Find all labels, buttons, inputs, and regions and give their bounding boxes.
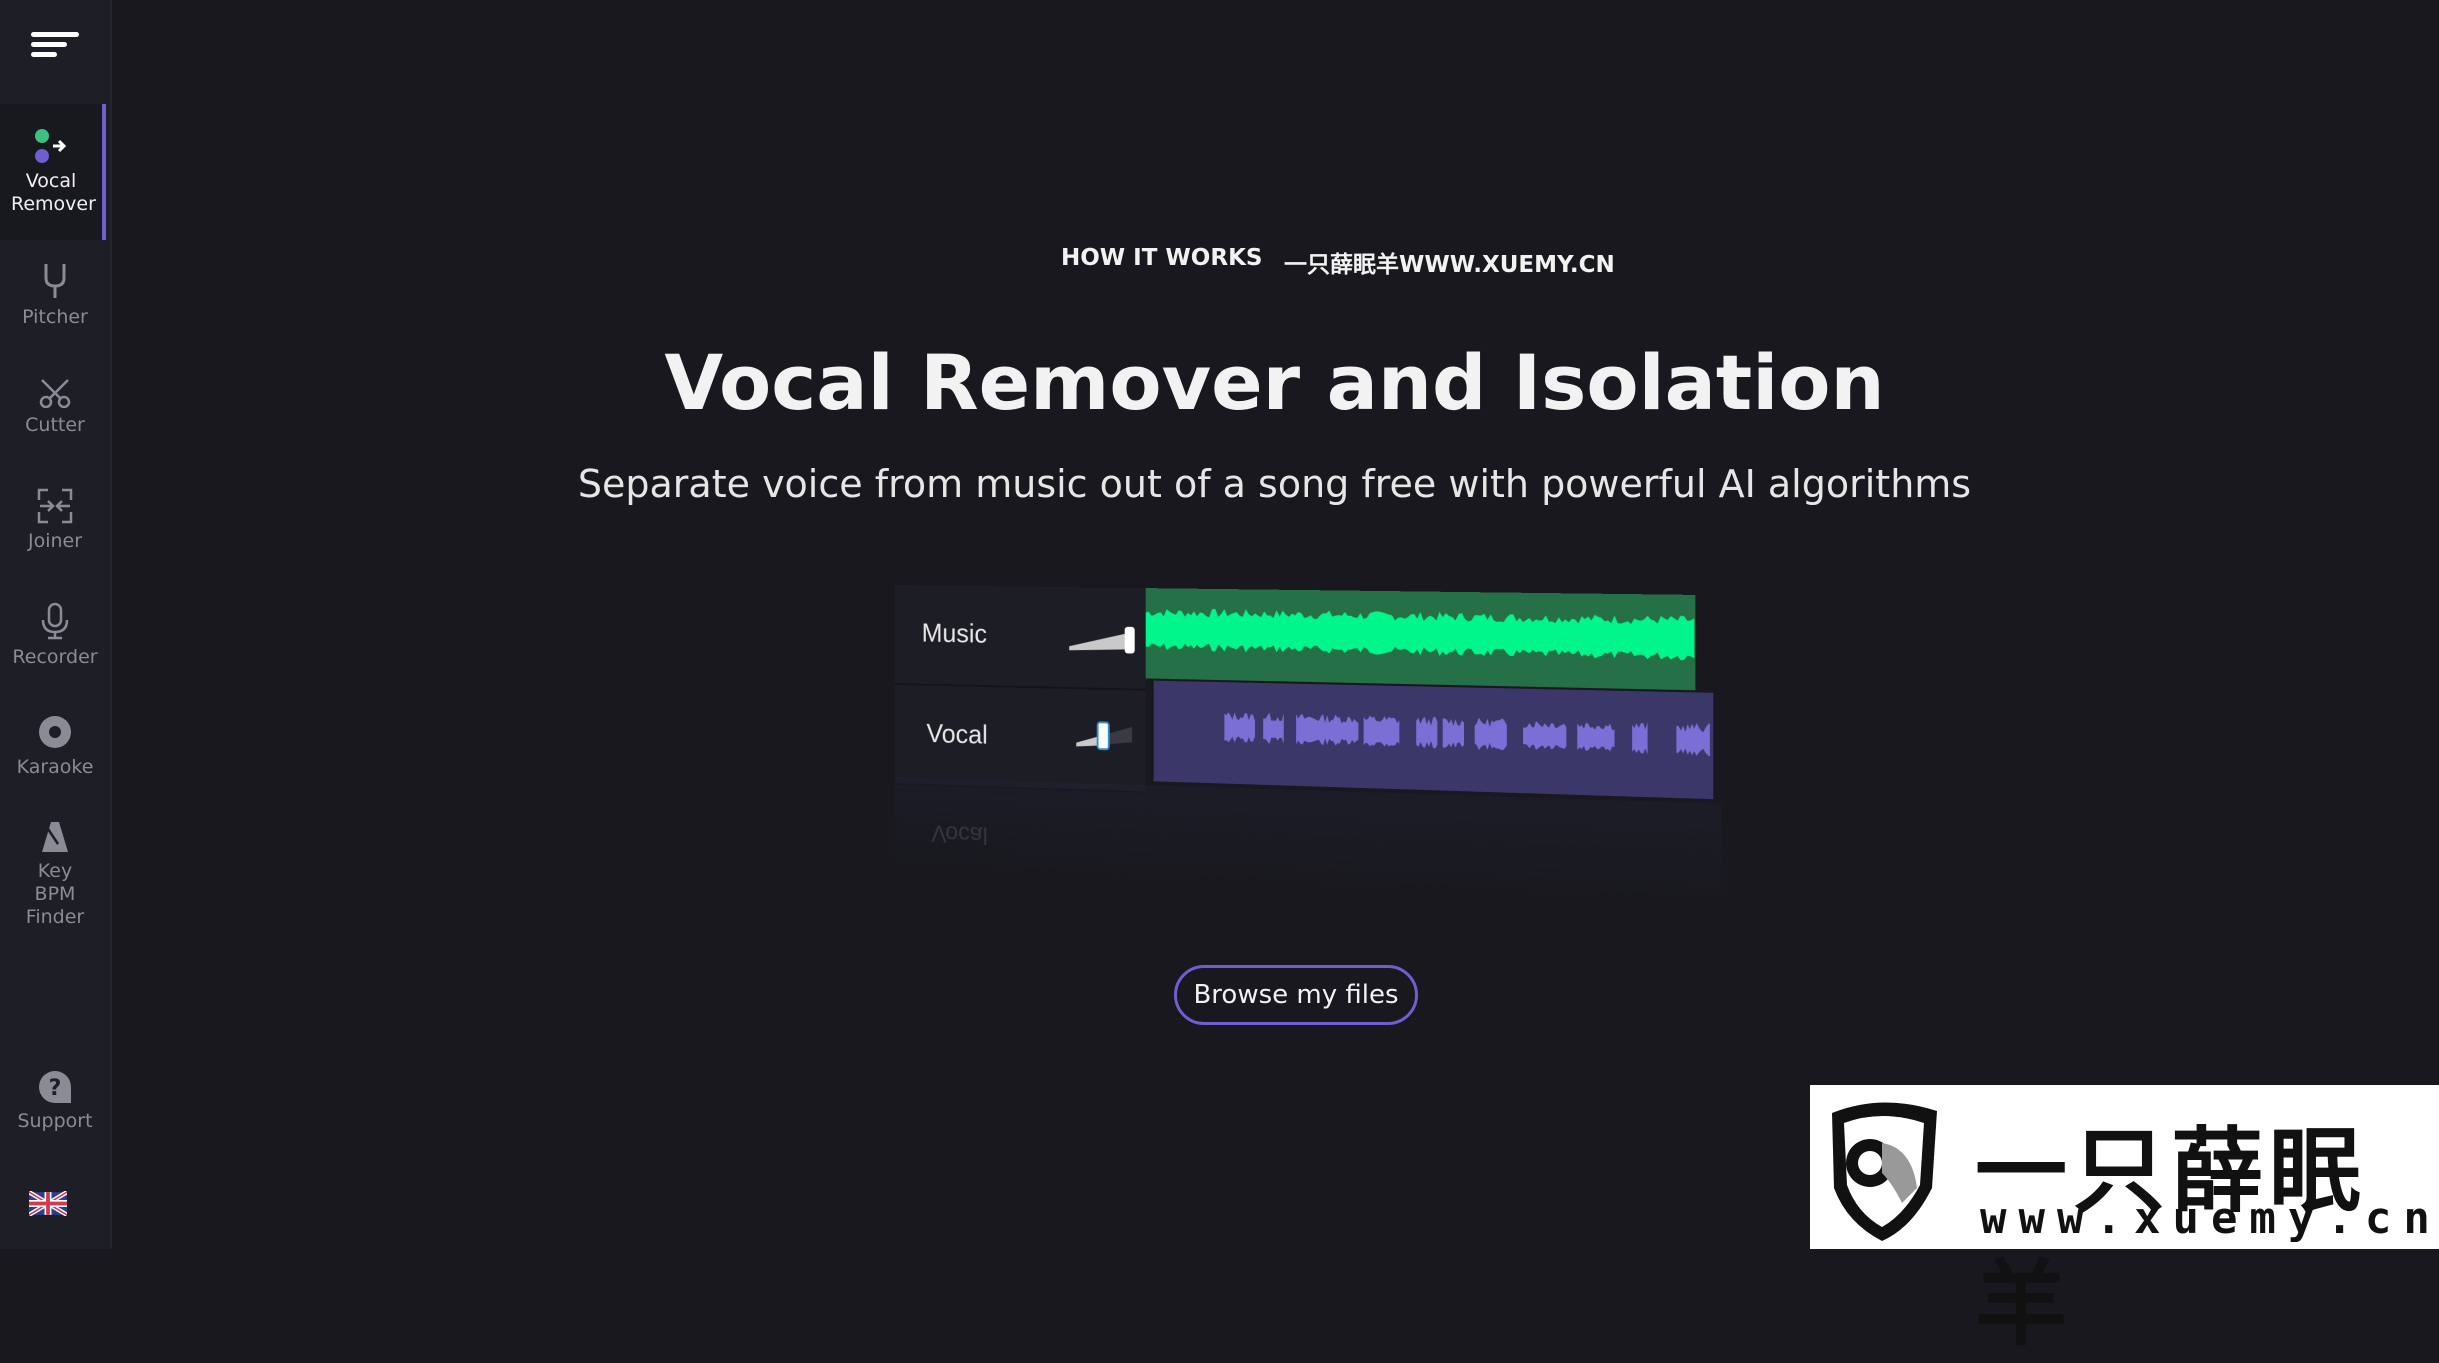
vocal-waveform-segment (1474, 717, 1507, 751)
sidebar-item-label: Joiner (27, 530, 83, 552)
page-title: Vocal Remover and Isolation (664, 338, 1885, 427)
how-it-works-link[interactable]: HOW IT WORKS (1061, 245, 1262, 271)
scissors-icon (39, 379, 71, 408)
vocal-waveform-segment (1263, 712, 1284, 745)
watermark: 一只薛眠羊 www.xuemy.cn (1810, 1085, 2439, 1358)
volume-fader-icon (1069, 626, 1135, 654)
sidebar-item-label: Support (17, 1110, 93, 1132)
disc-icon (39, 716, 71, 748)
track-labels-panel: Music Vocal (895, 585, 1146, 794)
metronome-icon (42, 822, 68, 852)
sidebar-item-pitcher[interactable]: Pitcher (0, 262, 110, 329)
ram-logo-icon (1832, 1102, 1937, 1241)
tuning-fork-icon (44, 264, 66, 298)
track-row-music: Music (895, 585, 1146, 691)
sidebar-item-label: Cutter (25, 414, 85, 436)
sidebar-item-support[interactable]: ? Support (0, 1070, 110, 1133)
track-row-vocal: Vocal (895, 685, 1146, 794)
page-subtitle: Separate voice from music out of a song … (577, 462, 1972, 506)
sidebar-item-label: Recorder (12, 646, 98, 668)
watermark-url: www.xuemy.cn (1980, 1193, 2439, 1244)
sidebar-item-karaoke[interactable]: Karaoke (0, 714, 110, 779)
sidebar-item-key-bpm-finder[interactable]: Key BPM Finder (0, 820, 110, 929)
sidebar-item-label: Pitcher (22, 306, 88, 328)
microphone-icon (41, 602, 69, 640)
xuemy-link[interactable]: 一只薛眠羊WWW.XUEMY.CN (1284, 245, 1615, 279)
vocal-separation-illustration: Music Vocal Vocal (895, 585, 1722, 902)
vocal-waveform-graphic (1224, 712, 1710, 757)
reflection-label: Vocal (931, 819, 988, 849)
browse-files-button[interactable]: Browse my files (1174, 965, 1418, 1025)
vocal-waveform-segment (1632, 721, 1648, 755)
vocal-waveform-segment (1577, 722, 1615, 752)
music-waveform-shape (1145, 607, 1695, 661)
music-waveform (1145, 588, 1696, 691)
uk-flag-icon[interactable] (29, 1191, 67, 1216)
sidebar: Vocal Remover Pitcher Cutter Joiner Reco… (0, 0, 112, 1249)
vocal-waveform-segment (1676, 722, 1710, 757)
svg-text:?: ? (49, 1076, 62, 1101)
vocal-waveform-segment (1416, 716, 1438, 749)
sidebar-item-label: Karaoke (16, 756, 94, 778)
track-name: Vocal (926, 717, 988, 750)
vocal-remover-icon (35, 129, 67, 163)
illustration-reflection: Vocal (895, 777, 1722, 902)
vocal-waveform-segment (1363, 715, 1400, 748)
sidebar-item-vocal-remover[interactable]: Vocal Remover (0, 104, 106, 240)
hamburger-menu-icon (31, 27, 79, 62)
track-name: Music (921, 617, 988, 649)
joiner-icon (37, 488, 73, 524)
help-icon: ? (39, 1071, 71, 1103)
vocal-waveform-segment (1523, 720, 1567, 751)
sidebar-item-label: Vocal Remover (11, 170, 96, 215)
vocal-waveform-segment (1442, 718, 1464, 749)
sidebar-item-label: Key BPM Finder (25, 860, 85, 928)
volume-fader-icon (1076, 720, 1133, 753)
sidebar-item-cutter[interactable]: Cutter (0, 378, 110, 437)
sidebar-item-joiner[interactable]: Joiner (0, 488, 110, 553)
sidebar-item-recorder[interactable]: Recorder (0, 602, 110, 669)
vocal-waveform (1153, 680, 1714, 800)
vocal-waveform-segment (1296, 713, 1359, 747)
menu-button[interactable] (0, 0, 110, 104)
music-waveform-graphic (1145, 607, 1695, 661)
vocal-waveform-segment (1224, 712, 1255, 744)
